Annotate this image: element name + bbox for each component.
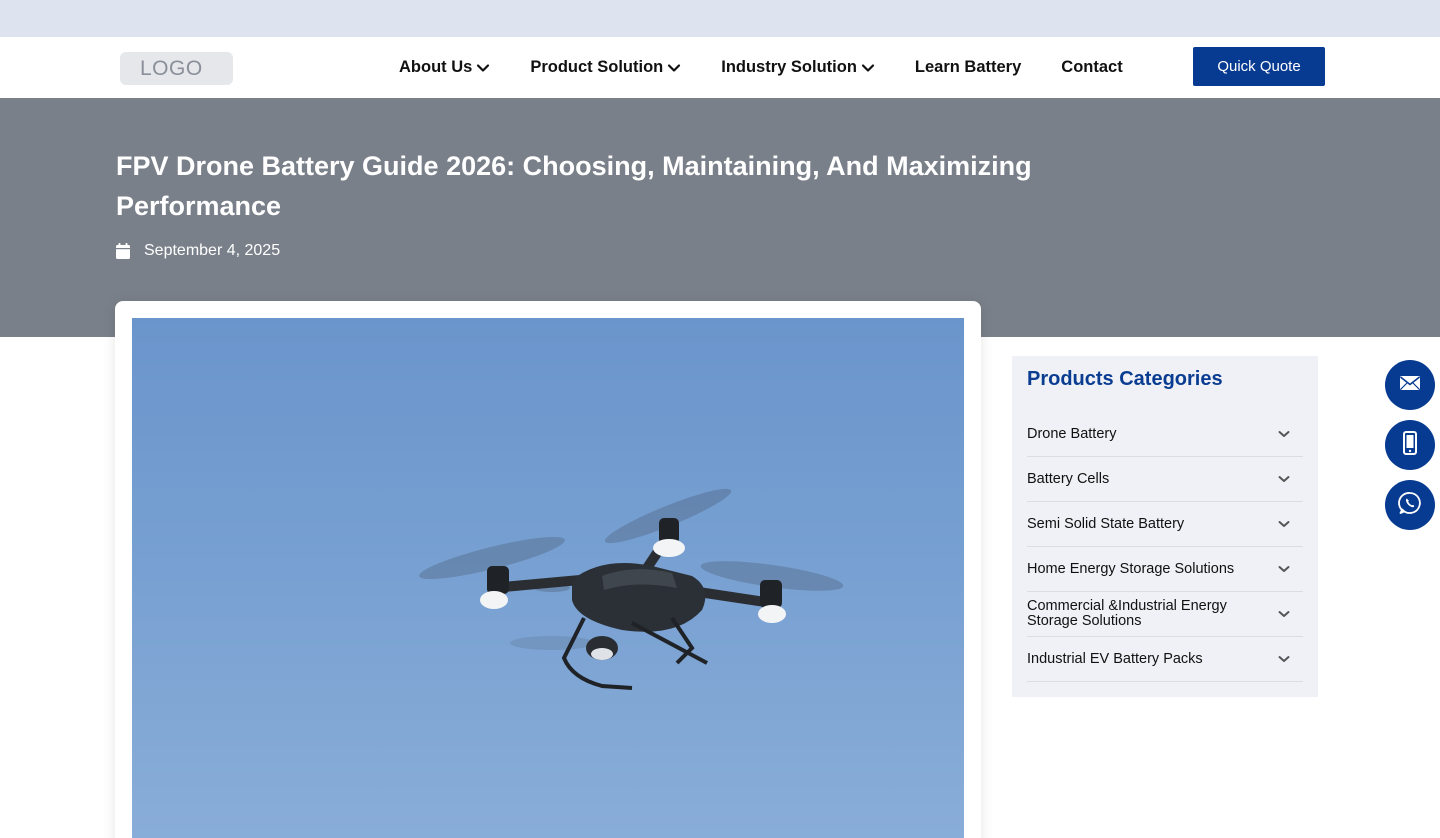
- email-contact-button[interactable]: [1385, 360, 1435, 410]
- chevron-down-icon[interactable]: [1277, 517, 1291, 531]
- nav-item-contact[interactable]: Contact: [1061, 58, 1122, 77]
- whatsapp-contact-button[interactable]: [1385, 480, 1435, 530]
- quick-quote-button[interactable]: Quick Quote: [1193, 47, 1325, 86]
- nav-item-label: Learn Battery: [914, 58, 1022, 76]
- category-label: Industrial EV Battery Packs: [1027, 650, 1203, 667]
- category-item-drone-battery[interactable]: Drone Battery: [1027, 412, 1303, 457]
- top-bar: [0, 0, 1440, 37]
- email-icon: [1399, 375, 1421, 396]
- category-item-home-energy-storage[interactable]: Home Energy Storage Solutions: [1027, 547, 1303, 592]
- publish-date: September 4, 2025: [116, 242, 280, 260]
- category-label: Drone Battery: [1027, 425, 1117, 442]
- category-label: Home Energy Storage Solutions: [1027, 560, 1235, 577]
- chevron-down-icon[interactable]: [1277, 562, 1291, 576]
- site-header: LOGO About Us Product Solution Industry …: [0, 37, 1440, 98]
- chevron-down-icon[interactable]: [1277, 427, 1291, 441]
- chevron-down-icon[interactable]: [1277, 652, 1291, 666]
- nav-item-learn-battery[interactable]: Learn Battery: [915, 58, 1021, 77]
- calendar-icon: [116, 243, 130, 259]
- phone-icon: [1403, 430, 1417, 460]
- category-label: Semi Solid State Battery: [1027, 515, 1185, 532]
- category-label: Commercial &Industrial Energy Storage So…: [1027, 598, 1227, 629]
- nav-item-industry-solution[interactable]: Industry Solution: [721, 58, 875, 77]
- publish-date-text: September 4, 2025: [144, 242, 281, 259]
- featured-image-card: [115, 301, 981, 838]
- chevron-down-icon: [476, 61, 490, 75]
- products-categories-panel: Products Categories Drone Battery Batter…: [1012, 356, 1318, 697]
- chevron-down-icon: [667, 61, 681, 75]
- featured-image: [132, 318, 964, 838]
- site-logo[interactable]: LOGO: [120, 52, 233, 85]
- nav-item-label: Contact: [1061, 58, 1123, 76]
- category-item-commercial-industrial-storage[interactable]: Commercial &Industrial Energy Storage So…: [1027, 592, 1303, 637]
- chevron-down-icon: [861, 61, 875, 75]
- chevron-down-icon[interactable]: [1277, 472, 1291, 486]
- nav-item-about-us[interactable]: About Us: [399, 58, 490, 77]
- nav-item-label: About Us: [399, 58, 473, 76]
- drone-illustration: [419, 488, 844, 690]
- phone-contact-button[interactable]: [1385, 420, 1435, 470]
- whatsapp-icon: [1398, 491, 1422, 520]
- category-item-industrial-ev-battery-packs[interactable]: Industrial EV Battery Packs: [1027, 637, 1303, 682]
- nav-item-label: Product Solution: [530, 58, 664, 76]
- main-nav: About Us Product Solution Industry Solut…: [399, 37, 1123, 98]
- sidebar-title: Products Categories: [1027, 368, 1223, 390]
- category-list: Drone Battery Battery Cells Semi Solid S…: [1027, 412, 1303, 682]
- category-item-semi-solid-state-battery[interactable]: Semi Solid State Battery: [1027, 502, 1303, 547]
- category-item-battery-cells[interactable]: Battery Cells: [1027, 457, 1303, 502]
- nav-item-product-solution[interactable]: Product Solution: [530, 58, 681, 77]
- chevron-down-icon[interactable]: [1277, 607, 1291, 621]
- page-title: FPV Drone Battery Guide 2026: Choosing, …: [116, 151, 1032, 221]
- category-label: Battery Cells: [1027, 470, 1110, 487]
- nav-item-label: Industry Solution: [721, 58, 857, 76]
